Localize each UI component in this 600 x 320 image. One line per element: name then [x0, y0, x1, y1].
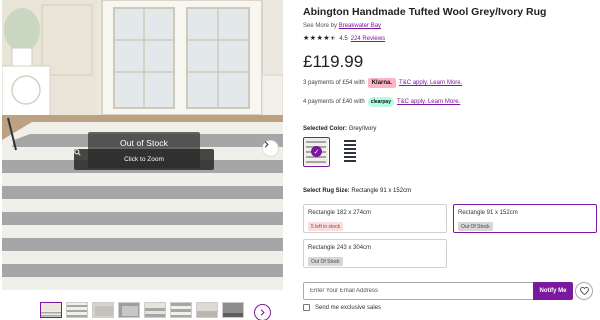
checkmark-icon: ✓ [311, 146, 322, 157]
thumbnail-5[interactable] [144, 302, 166, 318]
selected-color-label: Selected Color: Grey/Ivory [303, 126, 376, 132]
size-option-name: Rectangle 182 x 274cm [308, 210, 372, 216]
thumbnail-image [145, 303, 165, 317]
heart-icon [579, 287, 589, 295]
klarna-logo: Klarna. [367, 78, 397, 88]
clearpay-text: 4 payments of £40 with [303, 99, 365, 105]
thumbnail-6[interactable] [170, 302, 192, 318]
swatch-image [336, 137, 363, 167]
size-option-182x274[interactable]: Rectangle 182 x 274cm 5 left in stock [303, 204, 447, 233]
half-star-icon: ★ [330, 35, 337, 42]
chevron-right-icon [264, 141, 269, 148]
thumbnail-image [223, 303, 243, 317]
thumbnails-next-button[interactable] [254, 304, 271, 320]
product-gallery: Out of Stock Click to Zoom [0, 0, 285, 320]
clearpay-payment-row: 4 payments of £40 with clearpay T&C appl… [303, 97, 460, 107]
size-option-91x152[interactable]: Rectangle 91 x 152cm Out Of Stock [453, 204, 597, 233]
exclusive-sales-row: Send me exclusive sales [303, 304, 381, 311]
star-icon: ★ [303, 35, 310, 42]
out-of-stock-overlay: Out of Stock Click to Zoom [74, 132, 214, 170]
notify-me-button[interactable]: Notify Me [533, 282, 573, 300]
product-details: Abington Handmade Tufted Wool Grey/Ivory… [303, 0, 600, 320]
brand-link[interactable]: Breakwater Bay [339, 23, 381, 29]
rating-value: 4.5 [339, 35, 348, 42]
thumbnail-4[interactable] [118, 302, 140, 318]
color-swatch-grey-ivory[interactable]: ✓ [303, 137, 330, 167]
product-title: Abington Handmade Tufted Wool Grey/Ivory… [303, 6, 547, 18]
thumbnail-image [171, 303, 191, 317]
exclusive-sales-label: Send me exclusive sales [315, 304, 382, 311]
product-price: £119.99 [303, 52, 364, 71]
thumbnail-image [93, 303, 113, 317]
chevron-right-icon [260, 309, 265, 316]
rating-row: ★ ★ ★ ★ ★ 4.5 224 Reviews [303, 35, 385, 42]
thumbnail-2[interactable] [66, 302, 88, 318]
exclusive-sales-checkbox[interactable] [303, 304, 310, 311]
thumbnail-image [67, 303, 87, 317]
out-of-stock-label: Out of Stock [120, 138, 168, 148]
star-icon: ★ [309, 35, 317, 42]
thumbnail-3[interactable] [92, 302, 114, 318]
thumbnail-image [41, 303, 61, 317]
thumbnail-1[interactable] [40, 302, 62, 318]
thumbnail-image [197, 303, 217, 317]
selected-color-heading: Selected Color: [303, 126, 348, 132]
see-more-prefix: See More by [303, 23, 338, 29]
reviews-link[interactable]: 224 Reviews [351, 36, 385, 42]
star-rating: ★ ★ ★ ★ ★ [303, 35, 336, 42]
clearpay-terms-link[interactable]: T&C apply. Learn More. [397, 99, 460, 105]
size-option-name: Rectangle 243 x 304cm [308, 245, 372, 251]
rug-size-value: Rectangle 91 x 152cm [351, 188, 412, 194]
selected-color-value: Grey/Ivory [348, 126, 377, 132]
clearpay-logo: clearpay [367, 97, 394, 107]
zoom-icon [74, 149, 81, 156]
thumbnail-8[interactable] [222, 302, 244, 318]
klarna-text: 3 payments of £54 with [303, 80, 365, 86]
size-option-name: Rectangle 91 x 152cm [458, 210, 518, 216]
next-image-button[interactable] [262, 140, 279, 157]
star-icon: ★ [316, 35, 323, 42]
stock-status-badge: 5 left in stock [308, 222, 344, 231]
stock-status-badge: Out Of Stock [458, 222, 493, 231]
main-product-image[interactable]: Out of Stock Click to Zoom [2, 0, 283, 290]
click-to-zoom-label: Click to Zoom [124, 156, 164, 163]
thumbnail-7[interactable] [196, 302, 218, 318]
see-more-by: See More by Breakwater Bay [303, 23, 381, 29]
notify-form: Notify Me [303, 282, 573, 300]
rug-size-label: Select Rug Size: Rectangle 91 x 152cm [303, 188, 411, 194]
email-input[interactable] [303, 282, 533, 300]
klarna-payment-row: 3 payments of £54 with Klarna. T&C apply… [303, 78, 462, 88]
star-icon: ★ [323, 35, 330, 42]
size-option-243x304[interactable]: Rectangle 243 x 304cm Out Of Stock [303, 239, 447, 268]
color-swatch-navy[interactable] [336, 137, 363, 167]
thumbnail-strip [40, 302, 285, 320]
thumbnail-image [119, 303, 139, 317]
stock-status-badge: Out Of Stock [308, 257, 343, 266]
click-to-zoom-button[interactable]: Click to Zoom [74, 149, 214, 170]
klarna-terms-link[interactable]: T&C apply. Learn More. [399, 80, 462, 86]
favorite-button[interactable] [575, 282, 593, 300]
color-swatches: ✓ [303, 137, 363, 167]
rug-size-heading: Select Rug Size: [303, 188, 350, 194]
